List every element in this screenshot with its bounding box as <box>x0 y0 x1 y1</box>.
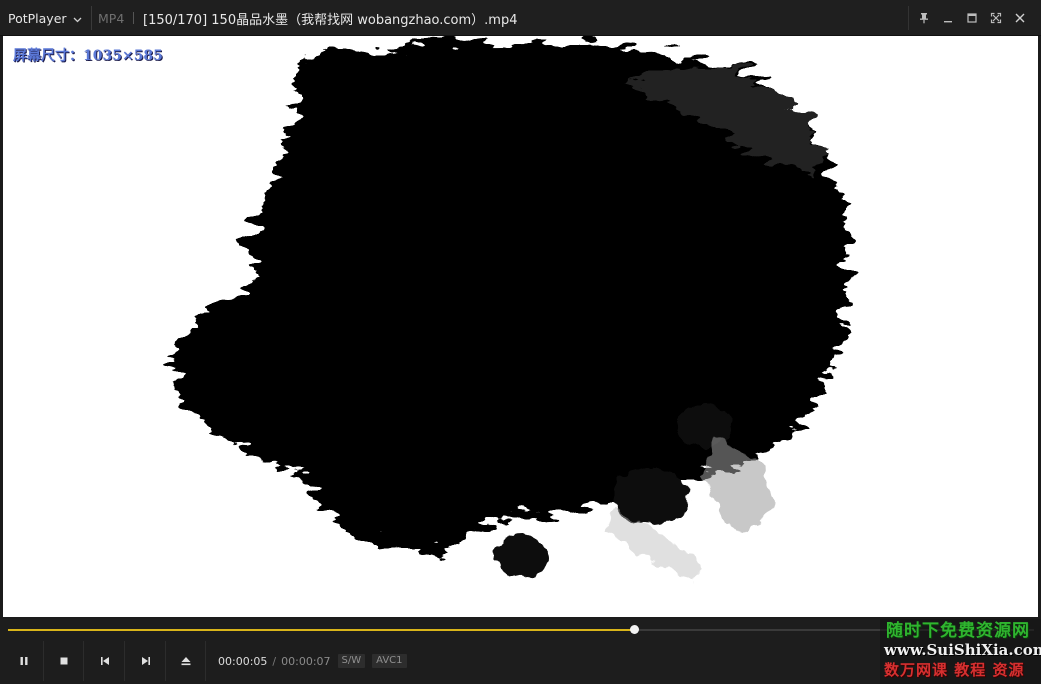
divider <box>133 12 134 24</box>
next-button[interactable] <box>126 641 166 681</box>
pin-button[interactable] <box>914 8 934 28</box>
seek-handle[interactable] <box>629 625 639 634</box>
divider <box>91 6 92 30</box>
seek-progress <box>8 629 634 631</box>
format-label: MP4 <box>98 10 125 26</box>
time-display: 00:00:05 / 00:00:07 S/W AVC1 <box>218 641 407 681</box>
fullscreen-icon <box>990 9 1002 28</box>
title-bar: PotPlayer MP4 [150/170] 150晶品水墨（我帮找网 wob… <box>0 0 1041 36</box>
ink-splash-frame <box>173 42 848 581</box>
previous-icon <box>99 652 111 671</box>
codec-badge: AVC1 <box>372 654 407 668</box>
time-separator: / <box>272 654 277 668</box>
video-surface[interactable]: 屏幕尺寸：1035×585 <box>3 36 1038 617</box>
eject-button[interactable] <box>166 641 206 681</box>
divider <box>908 6 909 30</box>
app-name: PotPlayer <box>8 10 67 26</box>
maximize-icon <box>966 9 978 28</box>
stop-icon <box>58 652 70 671</box>
watermark-line-3: 数万网课 教程 资源 <box>884 661 1025 679</box>
stop-button[interactable] <box>44 641 84 681</box>
file-title: [150/170] 150晶品水墨（我帮找网 wobangzhao.com）.m… <box>143 12 518 28</box>
site-watermark: 随时下免费资源网 www.SuiShiXia.com 数万网课 教程 资源 <box>880 619 1041 684</box>
maximize-button[interactable] <box>962 8 982 28</box>
pause-icon <box>18 652 30 671</box>
watermark-line-2: www.SuiShiXia.com <box>884 641 1041 659</box>
osd-screen-size: 屏幕尺寸：1035×585 <box>13 48 163 64</box>
pin-icon <box>918 9 930 28</box>
close-button[interactable] <box>1010 8 1030 28</box>
previous-button[interactable] <box>85 641 125 681</box>
decoder-badge[interactable]: S/W <box>337 654 366 668</box>
chevron-down-icon <box>73 11 82 26</box>
pause-button[interactable] <box>4 641 44 681</box>
app-menu-button[interactable]: PotPlayer <box>8 0 82 36</box>
close-icon <box>1014 9 1026 28</box>
next-icon <box>140 652 152 671</box>
fullscreen-button[interactable] <box>986 8 1006 28</box>
minimize-button[interactable] <box>938 8 958 28</box>
eject-icon <box>180 652 192 671</box>
total-time: 00:00:07 <box>281 654 331 668</box>
watermark-line-1: 随时下免费资源网 <box>886 621 1030 641</box>
minimize-icon <box>942 9 954 28</box>
current-time: 00:00:05 <box>218 654 268 668</box>
